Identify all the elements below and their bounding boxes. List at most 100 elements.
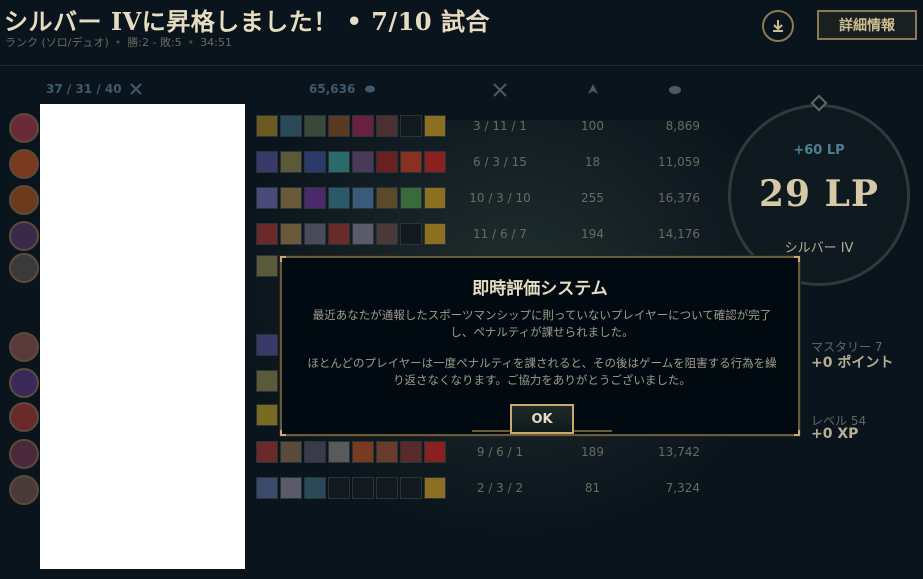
item-icon (304, 441, 326, 463)
page-title: シルバー IVに昇格しました！ • 7/10 試合 (4, 7, 490, 36)
item-icon (328, 187, 350, 209)
item-slots (256, 255, 278, 277)
item-slots (256, 370, 278, 392)
champion-portrait (9, 253, 39, 283)
item-icon (256, 334, 278, 356)
lp-value: 29 LP (758, 173, 879, 215)
player-cs: 18 (584, 155, 601, 169)
download-icon (773, 20, 783, 32)
dialog-corner (794, 256, 800, 262)
item-icon (256, 441, 278, 463)
item-icon (256, 404, 278, 426)
player-kda: 6 / 3 / 15 (473, 155, 527, 169)
crossed-swords-icon (130, 83, 142, 95)
item-icon (376, 187, 398, 209)
item-icon (400, 187, 422, 209)
lp-gain: +60 LP (793, 143, 845, 158)
separator-dot: • (114, 36, 122, 49)
item-icon (256, 223, 278, 245)
item-icon (256, 370, 278, 392)
item-slots (256, 404, 278, 426)
dialog-corner (280, 256, 286, 262)
item-icon (256, 187, 278, 209)
item-icon (328, 441, 350, 463)
player-gold: 14,176 (658, 227, 700, 241)
player-kda: 2 / 3 / 2 (476, 481, 524, 495)
player-gold: 11,059 (658, 155, 700, 169)
champion-portrait (9, 368, 39, 398)
match-record: 勝:2 - 敗:5 (127, 36, 182, 49)
team-kda-total: 37 / 31 / 40 (46, 82, 122, 96)
trinket-icon (424, 115, 446, 137)
trinket-icon (424, 441, 446, 463)
item-icon (280, 477, 302, 499)
dialog-title: 即時評価システム (472, 279, 608, 299)
item-slots (256, 223, 446, 245)
crossed-swords-icon (493, 83, 507, 97)
item-icon (376, 223, 398, 245)
item-icon (376, 477, 398, 499)
item-icon (400, 441, 422, 463)
dialog-corner (794, 430, 800, 436)
item-icon (304, 151, 326, 173)
item-icon (352, 187, 374, 209)
item-icon (328, 223, 350, 245)
item-icon (352, 441, 374, 463)
match-header: シルバー IVに昇格しました！ • 7/10 試合 ランク (ソロ/デュオ) • 勝… (0, 0, 923, 66)
item-icon (352, 223, 374, 245)
item-icon (352, 151, 374, 173)
item-icon (280, 151, 302, 173)
trinket-icon (424, 187, 446, 209)
details-button[interactable]: 詳細情報 (817, 10, 917, 40)
champion-portrait (9, 332, 39, 362)
champion-portrait (9, 402, 39, 432)
item-icon (400, 151, 422, 173)
minion-icon (588, 84, 598, 94)
player-kda: 9 / 6 / 1 (476, 445, 524, 459)
item-icon (328, 151, 350, 173)
item-slots (256, 477, 446, 499)
trinket-icon (424, 477, 446, 499)
team-gold-total: 65,636 (309, 82, 356, 96)
gold-coin-icon (364, 85, 375, 93)
ok-button[interactable]: OK (510, 404, 574, 434)
item-icon (256, 477, 278, 499)
item-icon (376, 115, 398, 137)
item-icon (304, 115, 326, 137)
instant-feedback-dialog: 即時評価システム 最近あなたが通報したスポーツマンシップに則っていないプレイヤー… (280, 256, 800, 436)
player-cs: 194 (581, 227, 604, 241)
item-slots (256, 151, 446, 173)
item-icon (304, 477, 326, 499)
level-value: +0 XP (811, 426, 859, 442)
match-duration: 34:51 (200, 36, 232, 49)
queue-type: ランク (ソロ/デュオ) (5, 36, 109, 49)
team-gold-header: 65,636 (309, 82, 376, 100)
item-icon (280, 441, 302, 463)
champion-portrait (9, 475, 39, 505)
item-slots (256, 115, 446, 137)
champion-portrait (9, 113, 39, 143)
item-icon (256, 151, 278, 173)
item-icon (280, 223, 302, 245)
dialog-message: ほとんどのプレイヤーは一度ペナルティを課されると、その後はゲームを阻害する行為を… (307, 356, 777, 387)
player-cs: 81 (584, 481, 601, 495)
item-icon (280, 187, 302, 209)
player-gold: 13,742 (658, 445, 700, 459)
champion-portrait (9, 221, 39, 251)
item-icon (400, 223, 422, 245)
item-icon (256, 255, 278, 277)
rank-label: シルバー IV (784, 241, 854, 256)
player-kda: 3 / 11 / 1 (473, 119, 527, 133)
player-gold: 16,376 (658, 191, 700, 205)
trinket-icon (424, 223, 446, 245)
champion-portrait (9, 439, 39, 469)
download-button[interactable] (762, 10, 794, 42)
player-cs: 255 (581, 191, 604, 205)
player-gold: 7,324 (665, 481, 700, 495)
separator-dot: • (187, 36, 195, 49)
item-icon (328, 115, 350, 137)
player-cs: 100 (581, 119, 604, 133)
champion-portrait (9, 149, 39, 179)
item-icon (304, 187, 326, 209)
item-icon (400, 477, 422, 499)
